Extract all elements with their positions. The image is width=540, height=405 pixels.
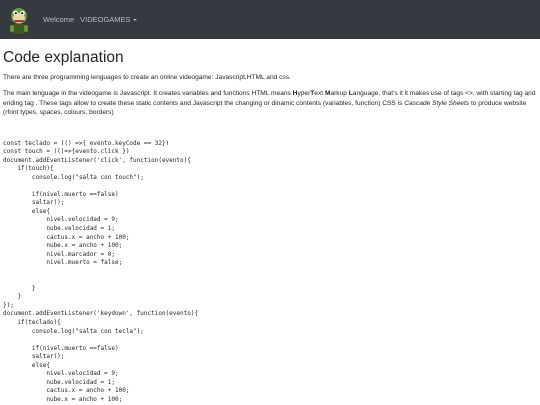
nav-videogames-dropdown[interactable]: VIDEOGAMES <box>80 15 137 24</box>
desc-text-1: The main lenguage in the videogame is Ja… <box>3 90 293 97</box>
page-title: Code explanation <box>3 49 124 66</box>
nav-videogames-label: VIDEOGAMES <box>80 15 131 24</box>
turtle-logo-icon[interactable] <box>6 4 32 36</box>
desc-text-3: ext <box>314 90 325 97</box>
desc-text-2: yper <box>297 90 311 97</box>
intro-paragraph: There are three programming lenguages to… <box>3 74 291 81</box>
main-content: Code explanation There are three program… <box>0 39 540 404</box>
desc-text-4: arkup <box>330 90 349 97</box>
description-paragraph: The main lenguage in the videogame is Ja… <box>3 89 537 118</box>
nav-welcome-link[interactable]: Welcome <box>43 15 74 24</box>
navbar: Welcome VIDEOGAMES <box>0 0 540 39</box>
caret-down-icon <box>132 19 137 21</box>
desc-italic-css: Cascade Style Sheets <box>404 99 470 107</box>
code-block: const teclado = (() =>{ evento.keyCode =… <box>3 139 199 403</box>
